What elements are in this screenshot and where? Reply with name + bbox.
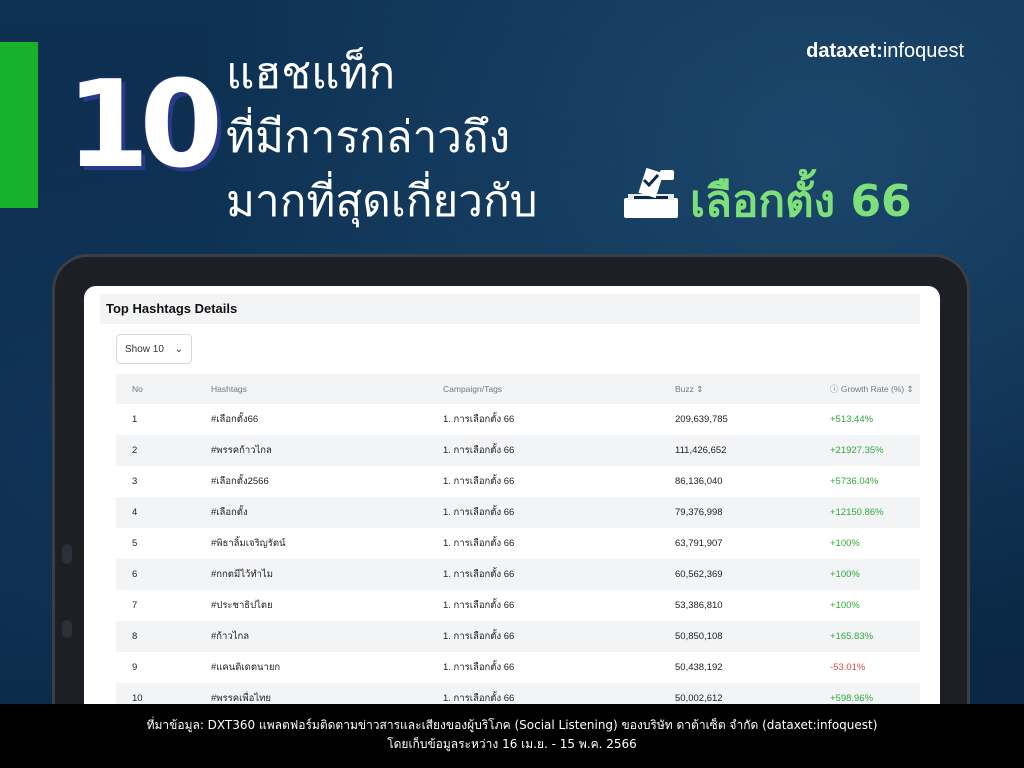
row-campaign: 1. การเลือกตั้ง 66 [443,476,515,487]
row-no: 7 [132,600,138,611]
headline-number: 10 [66,56,223,195]
hashtags-table: No Hashtags Campaign/Tags Buzz ⇕ ⓘ Growt… [116,374,920,706]
table-row: 3 #เลือกตั้ง2566 1. การเลือกตั้ง 66 86,136,… [116,466,920,497]
info-icon: ⓘ [830,384,841,394]
table-row: 6 #กกตมีไว้ทำไม 1. การเลือกตั้ง 66 60,562,3… [116,559,920,590]
show-count-label: Show 10 [125,344,164,355]
row-growth: +12150.86% [829,497,920,528]
row-no: 10 [116,683,210,706]
col-growth[interactable]: ⓘ Growth Rate (%) ⇕ [829,374,920,404]
row-buzz: 60,562,369 [674,559,829,590]
row-growth: +21927.35% [829,435,920,466]
row-no: 6 [116,559,210,590]
row-growth: -53.01% [830,662,866,673]
row-buzz: 53,386,810 [675,600,723,611]
row-buzz: 50,002,612 [674,683,829,706]
col-no: No [116,374,210,404]
col-campaign: Campaign/Tags [442,374,674,404]
row-campaign: 1. การเลือกตั้ง 66 [442,621,674,652]
table-row: 10 #พรรคเพื่อไทย 1. การเลือกตั้ง 66 50,002,… [116,683,920,706]
row-hashtag: #พิธาลิ้มเจริญรัตน์ [211,538,286,549]
table-row: 7 #ประชาธิปไตย 1. การเลือกตั้ง 66 53,386,81… [116,590,920,621]
table-row: 2 #พรรคก้าวไกล 1. การเลือกตั้ง 66 111,426,6… [116,435,920,466]
row-growth: +100% [830,600,860,611]
row-buzz: 63,791,907 [675,538,723,549]
headline-line-2: ที่มีการกล่าวถึง [226,112,511,163]
row-no: 9 [132,662,138,673]
row-buzz: 50,438,192 [675,662,723,673]
row-campaign: 1. การเลือกตั้ง 66 [443,600,515,611]
row-buzz: 79,376,998 [674,497,829,528]
tablet-screen: Top Hashtags Details Show 10 ⌄ No Hashta… [84,286,940,706]
row-growth: +165.83% [829,621,920,652]
table-row: 4 #เลือกตั้ง 1. การเลือกตั้ง 66 79,376,998 +… [116,497,920,528]
headline-line-1: แฮชแท็ก [226,48,396,99]
row-growth: +100% [829,559,920,590]
table-row: 9 #แคนดิเดตนายก 1. การเลือกตั้ง 66 50,438,1… [116,652,920,683]
tablet-camera [62,544,72,564]
row-hashtag: #เลือกตั้ง [210,497,442,528]
panel-title: Top Hashtags Details [100,294,920,324]
table-row: 5 #พิธาลิ้มเจริญรัตน์ 1. การเลือกตั้ง 66 63… [116,528,920,559]
row-campaign: 1. การเลือกตั้ง 66 [443,538,515,549]
col-buzz[interactable]: Buzz ⇕ [674,374,829,404]
row-campaign: 1. การเลือกตั้ง 66 [442,559,674,590]
source-footer: ที่มาข้อมูล: DXT360 แพลตฟอร์มติดตามข่าวส… [0,704,1024,768]
row-buzz: 111,426,652 [674,435,829,466]
row-growth: +513.44% [830,414,874,425]
row-no: 2 [116,435,210,466]
row-no: 5 [132,538,138,549]
row-hashtag: #เลือกตั้ง2566 [211,476,269,487]
table-row: 1 #เลือกตั้ง66 1. การเลือกตั้ง 66 209,639,7… [116,404,920,435]
row-no: 1 [132,414,138,425]
row-growth: +598.96% [829,683,920,706]
ballot-box-icon [624,167,678,218]
accent-bar [0,42,38,208]
row-buzz: 209,639,785 [675,414,728,425]
row-no: 8 [116,621,210,652]
row-no: 4 [116,497,210,528]
table-header: No Hashtags Campaign/Tags Buzz ⇕ ⓘ Growt… [116,374,920,404]
row-no: 3 [132,476,138,487]
row-hashtag: #ประชาธิปไตย [211,600,273,611]
row-hashtag: #พรรคเพื่อไทย [210,683,442,706]
col-growth-label: Growth Rate (%) ⇕ [840,384,914,394]
row-campaign: 1. การเลือกตั้ง 66 [442,497,674,528]
row-campaign: 1. การเลือกตั้ง 66 [443,662,515,673]
table-row: 8 #ก้าวไกล 1. การเลือกตั้ง 66 50,850,108 +16… [116,621,920,652]
row-hashtag: #เลือกตั้ง66 [211,414,259,425]
footer-line-2: โดยเก็บข้อมูลระหว่าง 16 เม.ย. - 15 พ.ค. … [387,737,637,751]
col-hashtags: Hashtags [210,374,442,404]
row-hashtag: #แคนดิเดตนายก [211,662,281,673]
row-growth: +100% [830,538,860,549]
footer-line-1: ที่มาข้อมูล: DXT360 แพลตฟอร์มติดตามข่าวส… [146,718,878,732]
row-hashtag: #ก้าวไกล [210,621,442,652]
show-count-select[interactable]: Show 10 ⌄ [116,334,192,364]
headline-highlight: เลือกตั้ง 66 [690,176,912,227]
tablet-button [62,620,72,638]
chevron-down-icon: ⌄ [174,344,183,355]
row-hashtag: #กกตมีไว้ทำไม [210,559,442,590]
row-campaign: 1. การเลือกตั้ง 66 [442,435,674,466]
headline-line-3: มากที่สุดเกี่ยวกับ [226,176,538,227]
row-buzz: 50,850,108 [674,621,829,652]
row-hashtag: #พรรคก้าวไกล [210,435,442,466]
row-growth: +5736.04% [830,476,879,487]
row-buzz: 86,136,040 [675,476,723,487]
row-campaign: 1. การเลือกตั้ง 66 [442,683,674,706]
brand-logo: dataxet:infoquest [806,40,964,62]
row-campaign: 1. การเลือกตั้ง 66 [443,414,515,425]
